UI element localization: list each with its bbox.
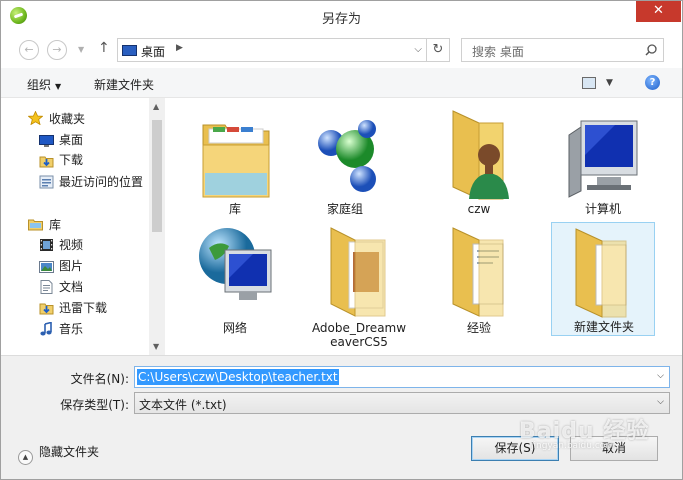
network-icon: [199, 228, 272, 300]
library-folder-icon: [202, 124, 270, 198]
library-icon: [28, 219, 43, 231]
hide-folders-label: 隐藏文件夹: [39, 445, 100, 459]
filetype-label: 保存类型(T):: [60, 398, 129, 412]
address-dropdown-icon[interactable]: ⌵: [414, 44, 422, 55]
help-icon[interactable]: ?: [645, 75, 660, 90]
sidebar-item-pictures[interactable]: 图片: [59, 256, 83, 276]
file-item-label: 家庭组: [326, 202, 363, 216]
filename-label: 文件名(N):: [70, 372, 129, 386]
picture-icon: [39, 261, 54, 273]
filename-field[interactable]: C:\Users\czw\Desktop\teacher.txt ⌵: [134, 366, 670, 388]
sidebar-item-documents[interactable]: 文档: [59, 277, 83, 297]
chevron-right-icon[interactable]: ▶: [176, 43, 183, 53]
command-bar: 组织 ▼ 新建文件夹 ▼ ?: [1, 68, 682, 98]
sidebar-item-videos[interactable]: 视频: [59, 235, 83, 255]
sidebar-item-favorites[interactable]: 收藏夹: [49, 109, 85, 129]
video-icon: [40, 239, 53, 251]
refresh-button[interactable]: ↻: [426, 39, 449, 61]
search-icon[interactable]: [645, 44, 657, 56]
view-options-dropdown-icon[interactable]: ▼: [606, 78, 613, 88]
file-item-new-folder[interactable]: 新建文件夹: [551, 222, 655, 336]
hide-folders-toggle[interactable]: ▲ 隐藏文件夹: [18, 443, 99, 465]
new-folder-button[interactable]: 新建文件夹: [94, 76, 154, 93]
desktop-icon: [122, 45, 137, 56]
organize-button[interactable]: 组织 ▼: [27, 76, 61, 93]
homegroup-icon: [318, 120, 376, 192]
sidebar-item-downloads[interactable]: 下载: [59, 150, 83, 170]
sidebar-item-music[interactable]: 音乐: [59, 319, 83, 339]
user-folder-icon: [452, 110, 509, 200]
chevron-down-icon[interactable]: ⌵: [657, 397, 664, 407]
title-bar: 另存为 ✕: [1, 1, 682, 31]
file-item-network[interactable]: 网络: [182, 219, 286, 335]
file-item-label: czw: [467, 202, 491, 216]
scrollbar-thumb[interactable]: [152, 120, 162, 232]
sidebar-item-thunder-downloads[interactable]: 迅雷下载: [59, 298, 107, 318]
file-item-adobe-dreamweaver[interactable]: Adobe_Dreamw eaverCS5: [306, 219, 410, 349]
chevron-up-icon: ▲: [18, 450, 33, 465]
filetype-select[interactable]: 文本文件 (*.txt) ⌵: [134, 392, 670, 414]
watermark-url: jingyan.baidu.com: [531, 441, 615, 451]
chevron-down-icon: ▼: [55, 82, 62, 91]
file-item-computer[interactable]: 计算机: [550, 102, 654, 216]
document-icon: [40, 280, 53, 294]
file-item-czw[interactable]: czw: [426, 102, 530, 216]
file-item-homegroup[interactable]: 家庭组: [292, 102, 396, 216]
file-item-label: 经验: [466, 321, 491, 335]
file-item-libraries[interactable]: 库: [182, 102, 286, 216]
thunder-download-icon: [39, 303, 54, 315]
file-item-label-line2: eaverCS5: [330, 335, 388, 349]
forward-button[interactable]: →: [47, 40, 67, 60]
search-placeholder: 搜索 桌面: [472, 45, 524, 59]
folder-icon: [452, 227, 504, 317]
file-item-label: 计算机: [584, 202, 621, 216]
file-item-jingyan[interactable]: 经验: [426, 219, 530, 335]
scroll-up-icon[interactable]: ▲: [153, 102, 159, 111]
download-icon: [39, 156, 54, 168]
sidebar-item-recent-places[interactable]: 最近访问的位置: [59, 172, 143, 192]
recent-locations-dropdown-icon[interactable]: ▼: [78, 45, 84, 54]
chevron-down-icon[interactable]: ⌵: [657, 371, 664, 381]
window-title: 另存为: [321, 12, 361, 27]
file-list: 库 家庭组 czw 计算机 网络 Adobe_Dreamw eaverCS5 经…: [166, 98, 682, 355]
up-button[interactable]: ↑: [98, 40, 110, 56]
navigation-scrollbar[interactable]: ▲ ▼: [149, 98, 165, 355]
desktop-icon: [39, 135, 54, 147]
star-icon: [28, 111, 43, 125]
search-input[interactable]: 搜索 桌面: [461, 38, 664, 62]
filetype-value: 文本文件 (*.txt): [139, 398, 227, 412]
navigation-pane: 收藏夹 桌面 下载 最近访问的位置 库 视频 图片 文档 迅雷下载 音乐 ▲ ▼: [1, 98, 165, 355]
music-icon: [40, 322, 52, 336]
save-as-dialog: 另存为 ✕ ← → ▼ ↑ 桌面 ▶ ⌵ ↻ 搜索 桌面 组织 ▼ 新建文件夹 ▼: [0, 0, 683, 480]
organize-label: 组织: [27, 78, 52, 92]
sidebar-item-libraries[interactable]: 库: [49, 215, 61, 235]
recent-places-icon: [39, 175, 54, 189]
file-item-label: 网络: [222, 321, 247, 335]
sidebar-item-desktop[interactable]: 桌面: [59, 130, 83, 150]
folder-icon: [330, 227, 386, 317]
computer-icon: [568, 120, 638, 198]
address-location[interactable]: 桌面: [141, 43, 165, 60]
file-item-label: 库: [228, 202, 241, 216]
file-item-label: 新建文件夹: [573, 320, 634, 334]
change-view-icon[interactable]: [582, 77, 596, 89]
back-button[interactable]: ←: [19, 40, 39, 60]
folder-icon: [575, 228, 627, 318]
close-button[interactable]: ✕: [636, 1, 681, 22]
filename-value[interactable]: C:\Users\czw\Desktop\teacher.txt: [137, 369, 339, 385]
address-bar[interactable]: 桌面 ▶ ⌵ ↻: [117, 38, 450, 62]
file-item-label: Adobe_Dreamw: [311, 321, 407, 335]
scroll-down-icon[interactable]: ▼: [153, 342, 159, 351]
navigation-bar: ← → ▼ ↑ 桌面 ▶ ⌵ ↻ 搜索 桌面: [1, 35, 682, 65]
